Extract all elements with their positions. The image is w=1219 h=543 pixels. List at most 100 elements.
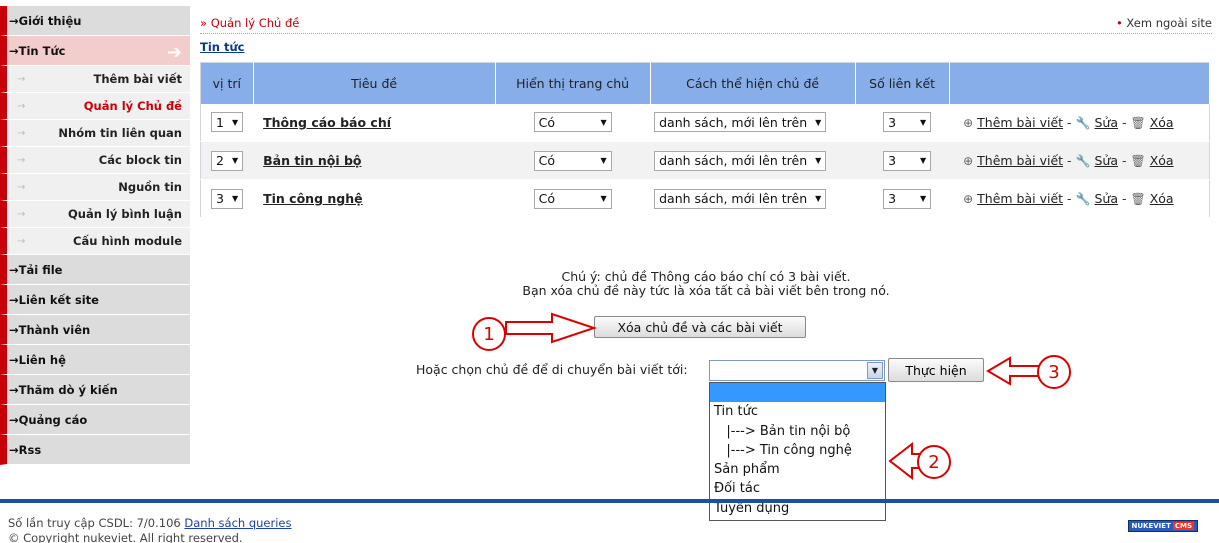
arrow-icon: → xyxy=(9,322,19,337)
query-count: Số lần truy cập CSDL: 7/0.106 xyxy=(8,516,181,530)
sidebar-item[interactable]: → Rss xyxy=(0,435,190,465)
display-cell: danh sách, mới lên trên ▼ xyxy=(650,103,856,142)
sidebar-item[interactable]: → Tin Tức ➔ xyxy=(0,36,190,66)
display-value: danh sách, mới lên trên xyxy=(659,153,808,168)
add-article-link[interactable]: Thêm bài viết xyxy=(977,191,1063,206)
show-home-select[interactable]: Có ▼ xyxy=(533,112,612,133)
annotation-arrow-1 xyxy=(505,312,598,344)
sidebar-subitem[interactable]: → Nguồn tin xyxy=(0,174,190,201)
breadcrumb-current: Quản lý Chủ đề xyxy=(210,16,300,30)
show-home-value: Có xyxy=(538,153,555,168)
delete-link[interactable]: Xóa xyxy=(1150,191,1174,206)
show-home-select[interactable]: Có ▼ xyxy=(533,150,612,171)
sidebar-subitem[interactable]: → Quản lý Chủ đề xyxy=(0,93,190,120)
dropdown-option[interactable]: |---> Bản tin nội bộ xyxy=(710,422,885,441)
links-select[interactable]: 3 ▼ xyxy=(883,112,932,133)
sidebar-item-label: Giới thiệu xyxy=(18,13,82,28)
chevron-down-icon: ▼ xyxy=(600,117,607,127)
links-value: 3 xyxy=(888,191,897,206)
delete-topic-button[interactable]: Xóa chủ đề và các bài viết xyxy=(594,316,806,338)
add-article-link[interactable]: Thêm bài viết xyxy=(977,115,1063,130)
display-select[interactable]: danh sách, mới lên trên ▼ xyxy=(654,112,827,133)
links-select[interactable]: 3 ▼ xyxy=(883,188,932,209)
actions-cell: ⊕ Thêm bài viết - 🔧 Sửa - 🗑 Xóa xyxy=(949,103,1210,142)
sidebar-subitem[interactable]: → Nhóm tin liên quan xyxy=(0,120,190,147)
delete-link[interactable]: Xóa xyxy=(1150,153,1174,168)
view-site-link[interactable]: • Xem ngoài site xyxy=(1116,16,1212,30)
wrench-icon: 🔧 xyxy=(1075,154,1091,168)
add-article-link[interactable]: Thêm bài viết xyxy=(977,153,1063,168)
edit-link[interactable]: Sửa xyxy=(1094,115,1118,130)
chevron-down-icon: ▼ xyxy=(600,156,607,165)
links-value: 3 xyxy=(888,153,897,168)
position-cell: 2 ▼ xyxy=(200,141,254,180)
wrench-icon: 🔧 xyxy=(1075,192,1091,206)
sidebar-subitem-label: Thêm bài viết xyxy=(93,72,183,86)
sidebar-item-label: Liên hệ xyxy=(18,352,66,367)
trash-icon: 🗑 xyxy=(1130,115,1146,130)
arrow-icon: → xyxy=(17,235,26,247)
dropdown-option[interactable] xyxy=(710,383,885,403)
sidebar-item-label: Liên kết site xyxy=(18,292,99,307)
sidebar-item[interactable]: → Liên kết site xyxy=(0,285,190,315)
position-select[interactable]: 1 ▼ xyxy=(211,112,244,133)
display-select[interactable]: danh sách, mới lên trên ▼ xyxy=(654,188,827,209)
position-value: 2 xyxy=(216,153,224,168)
links-cell: 3 ▼ xyxy=(855,179,950,218)
footer-divider xyxy=(0,499,1219,503)
show-home-cell: Có ▼ xyxy=(495,141,651,180)
chevron-down-icon: ▼ xyxy=(231,194,239,203)
display-select[interactable]: danh sách, mới lên trên ▼ xyxy=(654,150,827,171)
dropdown-option[interactable]: Tin tức xyxy=(710,402,885,421)
topic-title-link[interactable]: Thông cáo báo chí xyxy=(263,115,391,130)
show-home-value: Có xyxy=(538,114,555,130)
topic-title-link[interactable]: Bản tin nội bộ xyxy=(263,153,361,168)
trash-icon: 🗑 xyxy=(1130,154,1146,168)
chevron-down-icon[interactable]: ▼ xyxy=(867,362,883,379)
sidebar-subitem[interactable]: → Các block tin xyxy=(0,147,190,174)
move-target-select[interactable]: ▼ xyxy=(709,360,885,381)
sidebar-item[interactable]: → Thành viên xyxy=(0,315,190,345)
sidebar-item[interactable]: → Quảng cáo xyxy=(0,405,190,435)
dropdown-option[interactable]: |---> Tin công nghệ xyxy=(710,441,885,460)
title-cell: Tin công nghệ xyxy=(253,179,496,218)
sidebar-item[interactable]: → Thăm dò ý kiến xyxy=(0,375,190,405)
sidebar-item[interactable]: → Tải file xyxy=(0,255,190,285)
links-value: 3 xyxy=(888,114,897,130)
sidebar-subitem-label: Quản lý bình luận xyxy=(68,207,182,221)
chevron-down-icon: ▼ xyxy=(815,194,822,203)
category-link-tin-tuc[interactable]: Tin tức xyxy=(200,40,244,54)
sidebar-item-label: Thành viên xyxy=(18,322,91,337)
plus-circle-icon: ⊕ xyxy=(963,154,974,168)
dropdown-option[interactable]: Đối tác xyxy=(710,479,885,498)
display-cell: danh sách, mới lên trên ▼ xyxy=(650,179,856,218)
sidebar-subitem-label: Quản lý Chủ đề xyxy=(83,99,182,113)
col-header-links: Số liên kết xyxy=(855,62,950,104)
edit-link[interactable]: Sửa xyxy=(1094,153,1118,168)
queries-list-link[interactable]: Danh sách queries xyxy=(184,516,291,530)
position-select[interactable]: 2 ▼ xyxy=(211,150,244,171)
breadcrumb-prefix: » xyxy=(200,16,208,30)
topic-title-link[interactable]: Tin công nghệ xyxy=(263,191,362,206)
dropdown-option[interactable]: Sản phẩm xyxy=(710,460,885,479)
edit-link[interactable]: Sửa xyxy=(1094,191,1118,206)
badge-cms: CMS xyxy=(1172,522,1194,530)
sidebar-subitem[interactable]: → Thêm bài viết xyxy=(0,66,190,93)
table-row: 2 ▼ Bản tin nội bộ Có ▼ danh sách, mới lên tr… xyxy=(200,141,1210,180)
show-home-select[interactable]: Có ▼ xyxy=(533,188,612,209)
delete-link[interactable]: Xóa xyxy=(1150,115,1174,130)
col-header-display: Cách thể hiện chủ đề xyxy=(650,62,856,104)
sidebar-subitem[interactable]: → Quản lý bình luận xyxy=(0,201,190,228)
sidebar-subitem[interactable]: → Cấu hình module xyxy=(0,228,190,255)
footer-query-stats: Số lần truy cập CSDL: 7/0.106 Danh sách … xyxy=(8,516,291,530)
col-header-title: Tiêu đề xyxy=(253,62,496,104)
chevron-down-icon: ▼ xyxy=(231,117,239,127)
sidebar-item[interactable]: → Giới thiệu xyxy=(0,6,190,36)
actions-cell: ⊕ Thêm bài viết - 🔧 Sửa - 🗑 Xóa xyxy=(949,179,1210,218)
links-select[interactable]: 3 ▼ xyxy=(883,150,932,171)
position-value: 3 xyxy=(216,191,224,206)
execute-move-button[interactable]: Thực hiện xyxy=(888,358,984,382)
nukeviet-cms-badge[interactable]: NUKEVIET CMS xyxy=(1128,520,1198,532)
position-select[interactable]: 3 ▼ xyxy=(211,188,244,209)
sidebar-item[interactable]: → Liên hệ xyxy=(0,345,190,375)
